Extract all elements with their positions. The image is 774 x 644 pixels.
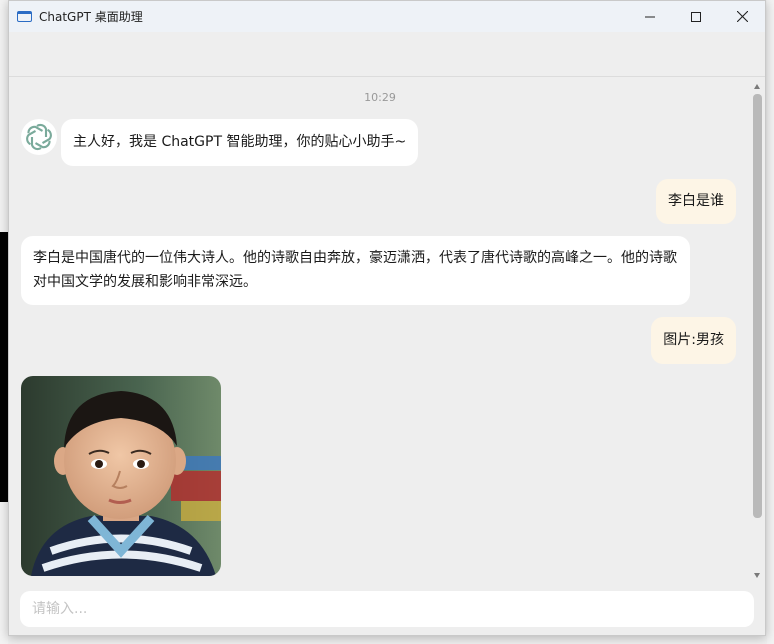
background-app-right-edge bbox=[767, 0, 774, 644]
close-button[interactable] bbox=[719, 1, 765, 32]
maximize-button[interactable] bbox=[673, 1, 719, 32]
bot-message: 主人好，我是 ChatGPT 智能助理，你的贴心小助手~ bbox=[61, 119, 419, 166]
user-message: 图片:男孩 bbox=[651, 317, 736, 364]
window-title: ChatGPT 桌面助理 bbox=[39, 10, 143, 24]
title-bar[interactable]: ChatGPT 桌面助理 bbox=[9, 1, 765, 32]
chat-scrollbar[interactable] bbox=[752, 81, 763, 581]
input-area bbox=[9, 581, 765, 635]
scrollbar-thumb[interactable] bbox=[753, 94, 762, 518]
scroll-up-arrow-icon[interactable] bbox=[754, 84, 760, 89]
openai-logo-icon bbox=[22, 120, 56, 154]
boy-photo-image bbox=[21, 376, 221, 576]
bot-message: 李白是中国唐代的一位伟大诗人。他的诗歌自由奔放，豪迈潇洒，代表了唐代诗歌的高峰之… bbox=[21, 236, 690, 305]
minimize-icon bbox=[645, 16, 655, 17]
app-window: ChatGPT 桌面助理 10:29 主人好，我是 ChatGPT 智能助理，你… bbox=[8, 0, 766, 636]
bot-avatar bbox=[21, 119, 57, 155]
close-icon bbox=[736, 11, 748, 22]
window-controls bbox=[627, 1, 765, 32]
toolbar-area bbox=[9, 32, 765, 77]
chat-area[interactable]: 10:29 主人好，我是 ChatGPT 智能助理，你的贴心小助手~ 李白是谁 bbox=[9, 77, 751, 583]
message-timestamp: 10:29 bbox=[364, 91, 396, 104]
scroll-down-arrow-icon[interactable] bbox=[754, 573, 760, 578]
message-input[interactable] bbox=[20, 591, 754, 627]
user-message: 李白是谁 bbox=[656, 179, 736, 224]
minimize-button[interactable] bbox=[627, 1, 673, 32]
background-app-dark-panel bbox=[0, 232, 8, 502]
boy-photo[interactable] bbox=[21, 376, 221, 576]
window-icon bbox=[17, 11, 32, 22]
maximize-icon bbox=[691, 11, 701, 22]
